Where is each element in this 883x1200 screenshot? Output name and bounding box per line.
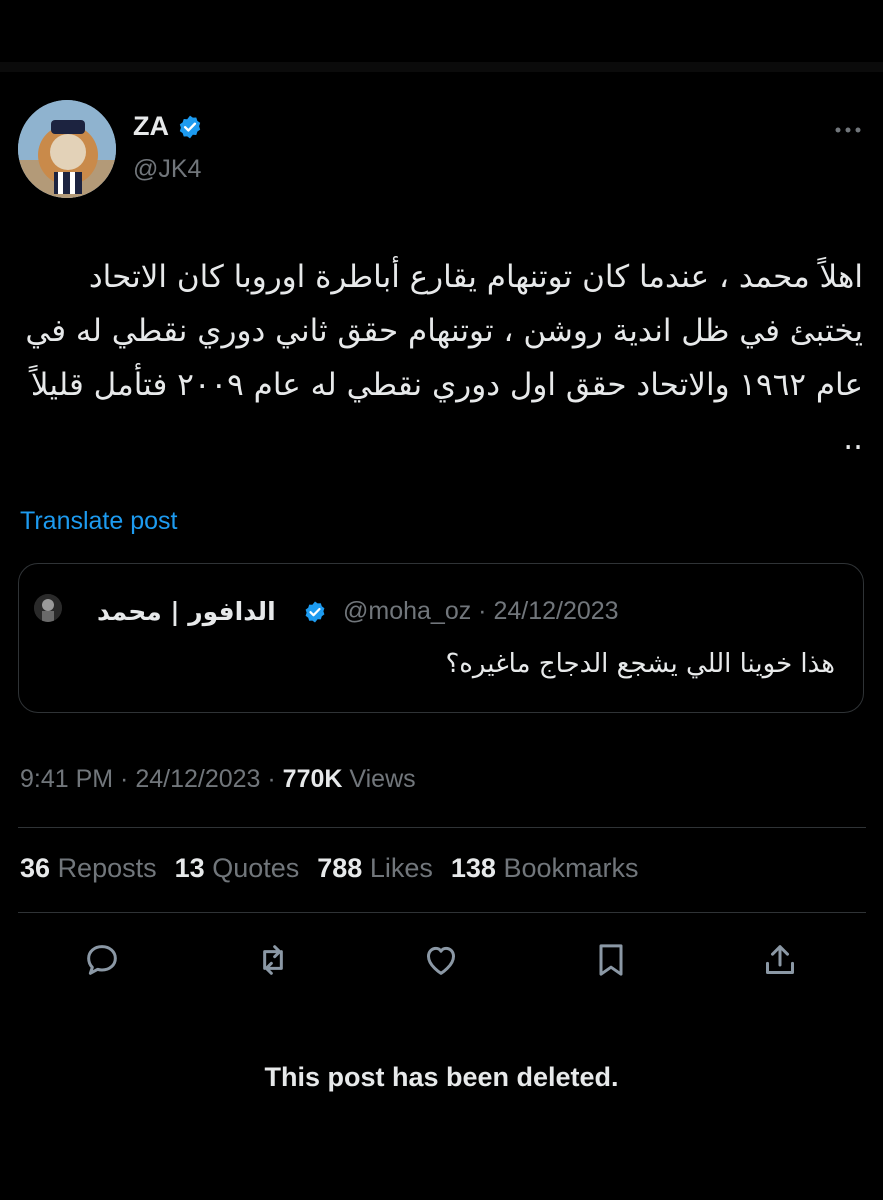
tweet-text: اهلاً محمد ، عندما كان توتنهام يقارع أبا…: [25, 259, 863, 457]
action-bar: [0, 940, 883, 980]
divider: [18, 912, 866, 913]
bookmark-icon[interactable]: [591, 940, 631, 980]
repost-icon[interactable]: [253, 940, 293, 980]
author-name-text[interactable]: ZA: [133, 111, 169, 142]
views-count: 770K: [282, 765, 343, 793]
engagement-stats: 36 Reposts 13 Quotes 788 Likes 138 Bookm…: [20, 853, 638, 884]
share-icon[interactable]: [760, 940, 800, 980]
reply-icon[interactable]: [82, 940, 122, 980]
like-icon[interactable]: [421, 940, 461, 980]
verified-badge-icon: [179, 115, 201, 138]
divider: [18, 827, 866, 828]
views-label: Views: [342, 765, 416, 793]
top-divider: [0, 62, 883, 72]
stat-bookmarks[interactable]: 138 Bookmarks: [451, 853, 639, 884]
author-display-name[interactable]: ZA: [133, 111, 203, 142]
author-handle[interactable]: @JK4: [133, 155, 201, 184]
author-avatar[interactable]: [18, 100, 116, 198]
quoted-verified-badge-icon: [305, 601, 325, 623]
deleted-notice: This post has been deleted.: [264, 1062, 619, 1092]
quoted-text: هذا خوينا اللي يشجع الدجاج ماغيره؟: [445, 649, 835, 679]
translate-post-link[interactable]: Translate post: [20, 507, 177, 536]
post-time-date[interactable]: 9:41 PM · 24/12/2023 ·: [20, 765, 283, 793]
stat-reposts[interactable]: 36 Reposts: [20, 853, 157, 884]
quoted-author-name: الدافور | محمد: [97, 597, 276, 626]
quoted-author-avatar: [34, 594, 62, 622]
more-options-icon[interactable]: [832, 114, 864, 146]
quoted-post-card[interactable]: الدافور | محمد @moha_oz · 24/12/2023 هذا…: [18, 563, 864, 713]
stat-likes[interactable]: 788 Likes: [317, 853, 433, 884]
quoted-handle-date: @moha_oz · 24/12/2023: [343, 597, 619, 625]
stat-quotes[interactable]: 13 Quotes: [175, 853, 300, 884]
post-meta: 9:41 PM · 24/12/2023 · 770K Views: [20, 765, 416, 794]
